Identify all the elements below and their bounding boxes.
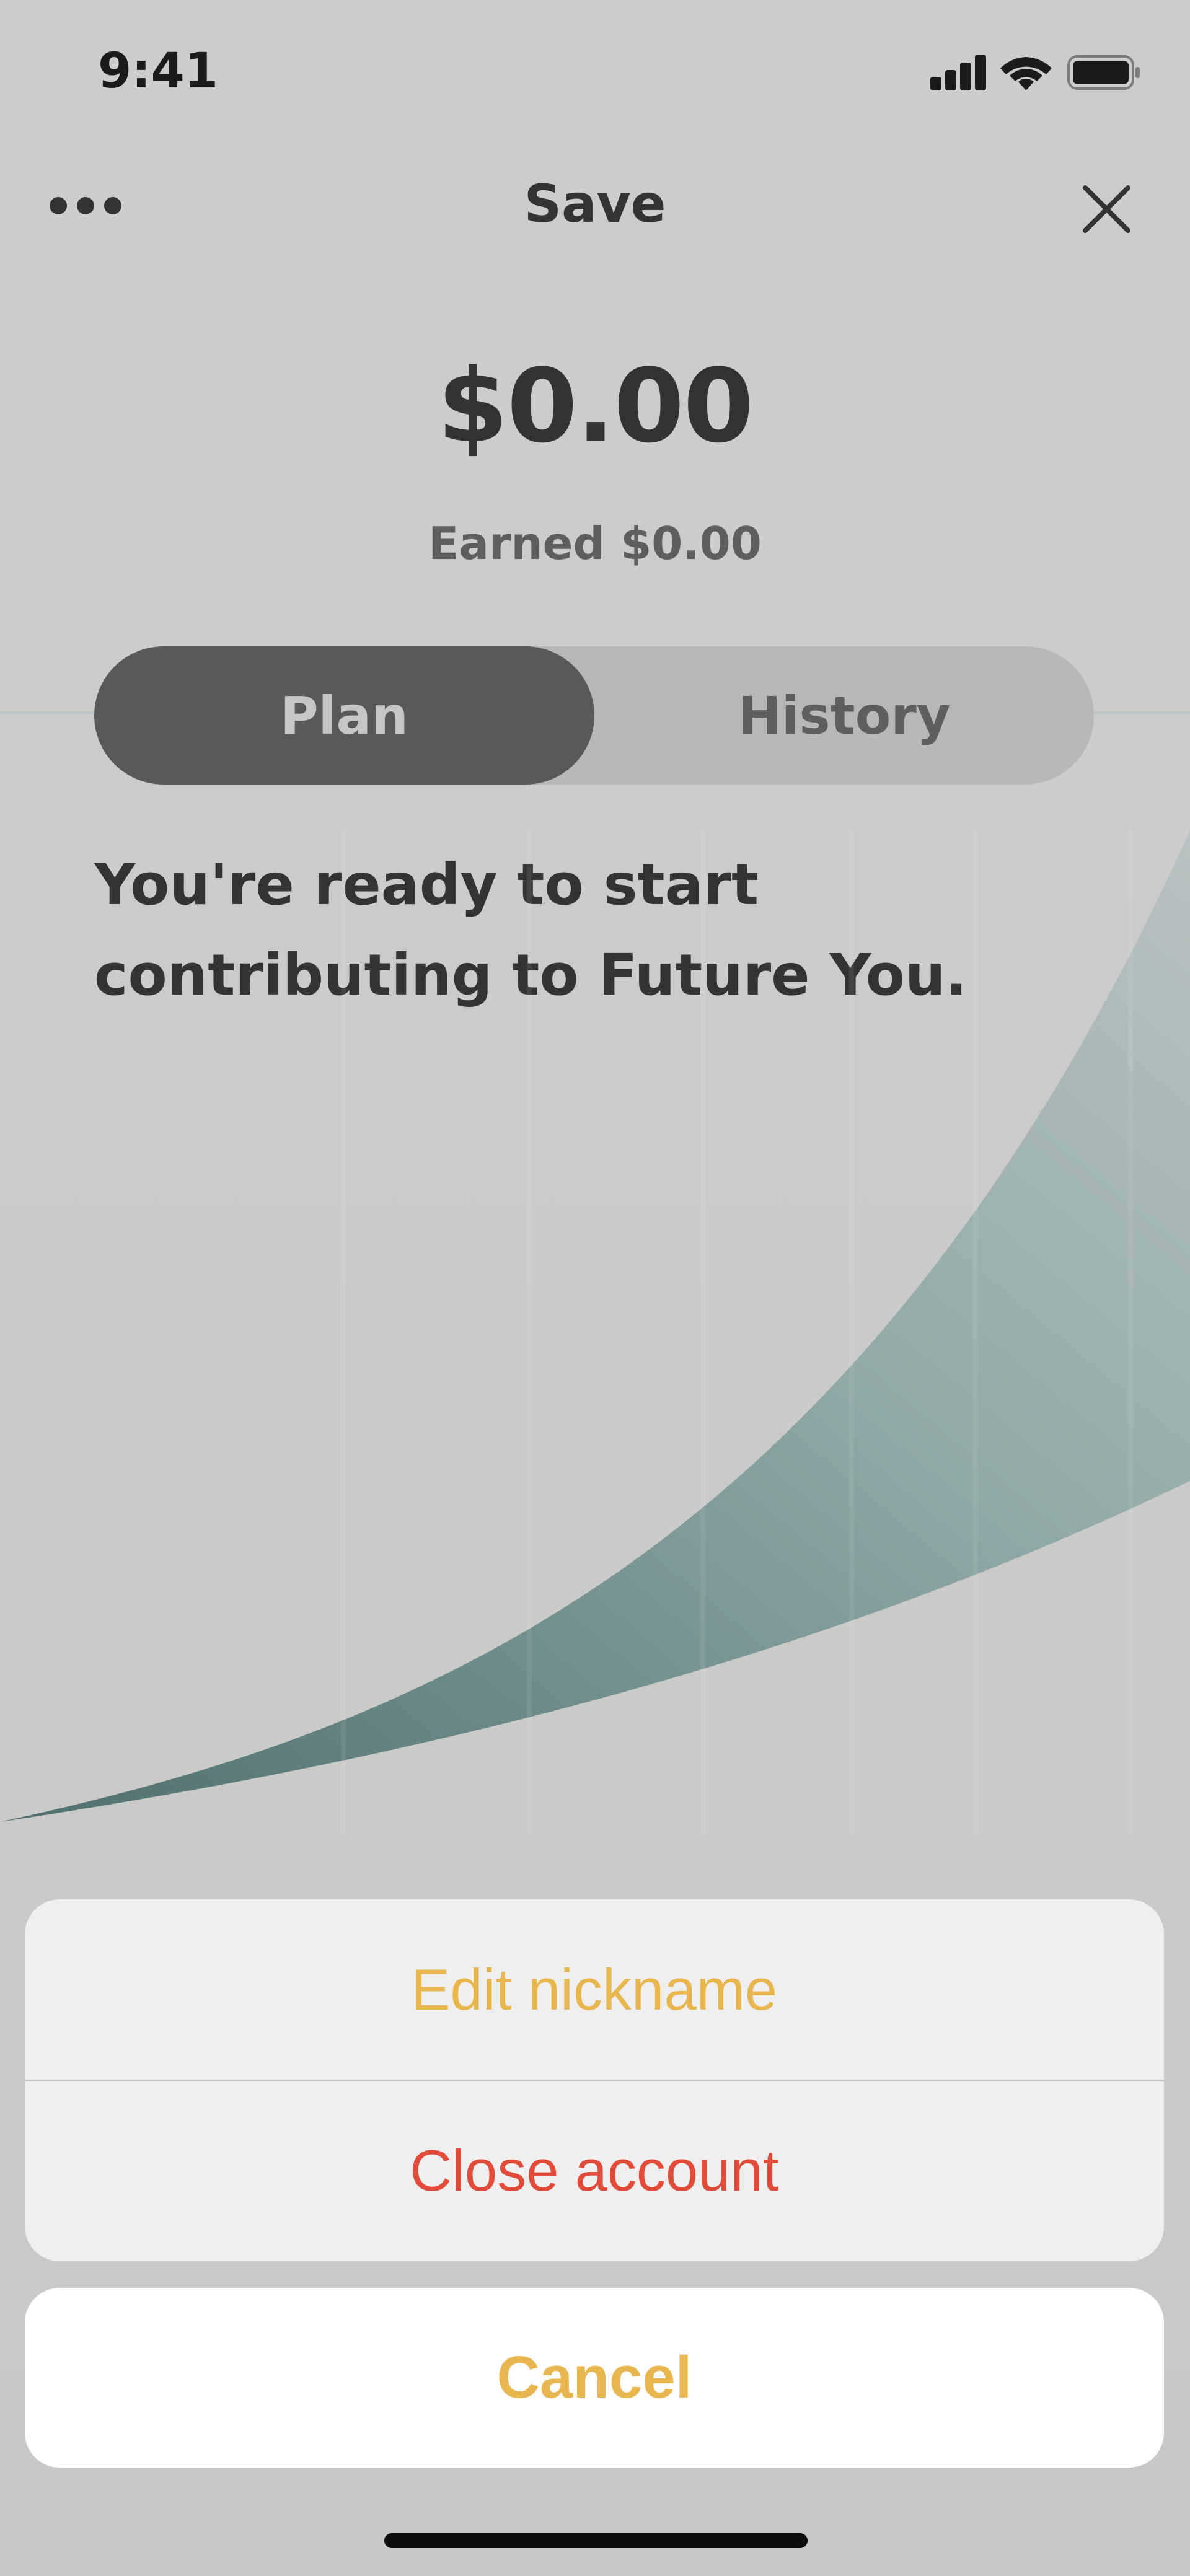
home-indicator[interactable] (384, 2533, 808, 2548)
plan-history-segmented-control: Plan History (94, 646, 1094, 785)
page-title: Save (524, 174, 666, 234)
edit-nickname-button[interactable]: Edit nickname (25, 1899, 1164, 2080)
close-icon[interactable] (1080, 183, 1133, 235)
status-time: 9:41 (98, 43, 219, 99)
tab-plan[interactable]: Plan (94, 646, 594, 785)
wifi-icon (1000, 57, 1052, 90)
save-screen: 9:41 Save $0.00 Earned $0.00 Plan Histor… (0, 0, 1190, 2576)
cellular-signal-icon (930, 53, 986, 90)
growth-curve-graphic (0, 830, 1190, 1834)
battery-icon (1067, 55, 1140, 90)
more-horizontal-icon[interactable] (50, 197, 121, 216)
earned-amount: Earned $0.00 (428, 517, 762, 569)
tab-history[interactable]: History (594, 646, 1094, 785)
action-sheet: Edit nickname Close account (25, 1899, 1164, 2261)
balance-amount: $0.00 (437, 347, 754, 465)
cancel-button[interactable]: Cancel (25, 2288, 1164, 2468)
close-account-button[interactable]: Close account (25, 2080, 1164, 2261)
